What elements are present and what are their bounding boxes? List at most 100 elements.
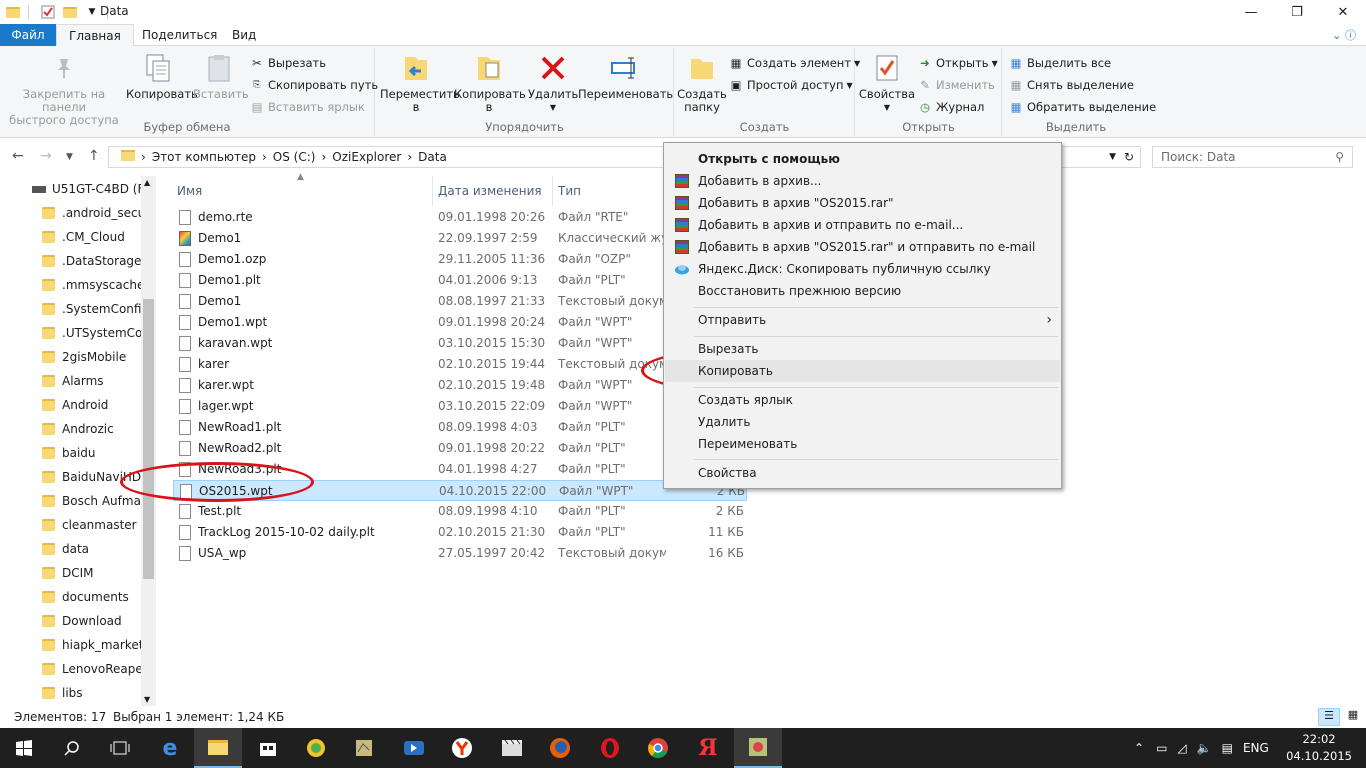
notifications-icon[interactable]: ▤ <box>1222 741 1233 755</box>
column-header-type[interactable]: Тип <box>558 180 581 202</box>
file-explorer-icon[interactable] <box>194 728 242 768</box>
nav-folder-item[interactable]: .UTSystemCon <box>42 322 150 344</box>
back-arrow-icon[interactable]: ← <box>12 148 24 164</box>
menu-item-cut[interactable]: Вырезать <box>665 338 1060 360</box>
tab-share[interactable]: Поделиться <box>130 24 229 46</box>
history-button[interactable]: ◷ Журнал <box>918 100 984 114</box>
copy-path-button[interactable]: ⎘ Скопировать путь <box>250 78 378 92</box>
menu-item-delete[interactable]: Удалить <box>665 411 1060 433</box>
yandex-icon[interactable]: Я <box>684 728 732 768</box>
minimize-button[interactable]: — <box>1228 0 1274 24</box>
network-icon[interactable]: ◿ <box>1177 741 1186 755</box>
tab-file[interactable]: Файл <box>0 24 56 46</box>
new-folder-button[interactable]: Создать папку <box>677 52 727 114</box>
copy-to-button[interactable]: Копировать в <box>454 52 526 114</box>
close-button[interactable]: ✕ <box>1320 0 1366 24</box>
show-hidden-icons-icon[interactable]: ⌃ <box>1134 741 1144 755</box>
nav-scroll-thumb[interactable] <box>143 299 154 579</box>
select-all-button[interactable]: ▦ Выделить все <box>1009 56 1112 70</box>
large-icons-view-icon[interactable]: ▦ <box>1344 708 1362 726</box>
cut-button[interactable]: ✂ Вырезать <box>250 56 326 70</box>
nav-folder-item[interactable]: Android <box>42 394 108 416</box>
file-row[interactable]: NewRoad2.plt 09.01.1998 20:22 Файл "PLT" <box>173 438 747 459</box>
recent-dropdown-icon[interactable]: ▼ <box>66 152 73 162</box>
file-row[interactable]: Demo1.wpt 09.01.1998 20:24 Файл "WPT" <box>173 312 747 333</box>
column-divider[interactable] <box>432 176 433 206</box>
file-row[interactable]: lager.wpt 03.10.2015 22:09 Файл "WPT" <box>173 396 747 417</box>
file-row[interactable]: Test.plt 08.09.1998 4:10 Файл "PLT" 2 КБ <box>173 501 747 522</box>
search-icon[interactable] <box>48 728 96 768</box>
nav-folder-item[interactable]: .mmsyscache <box>42 274 144 296</box>
chrome-icon[interactable] <box>634 728 682 768</box>
menu-item-add-archive-email[interactable]: Добавить в архив и отправить по e-mail..… <box>665 214 1060 236</box>
nav-folder-item[interactable]: LenovoReaper <box>42 658 148 680</box>
scroll-down-icon[interactable]: ▼ <box>144 695 150 704</box>
tab-home[interactable]: Главная <box>56 24 134 47</box>
task-view-icon[interactable] <box>96 728 144 768</box>
forward-arrow-icon[interactable]: → <box>40 148 52 164</box>
volume-icon[interactable]: 🔈 <box>1197 741 1212 755</box>
paste-button[interactable]: Вставить <box>193 52 249 101</box>
help-icon[interactable]: ⌄ ⓘ <box>1332 27 1356 43</box>
yandex-browser-icon[interactable] <box>438 728 486 768</box>
rename-button[interactable]: Переименовать <box>578 52 673 101</box>
paste-shortcut-button[interactable]: ▤ Вставить ярлык <box>250 100 365 114</box>
properties-qat-icon[interactable] <box>39 3 57 21</box>
scroll-up-icon[interactable]: ▲ <box>144 178 150 187</box>
file-row[interactable]: karavan.wpt 03.10.2015 15:30 Файл "WPT" <box>173 333 747 354</box>
copy-button[interactable]: Копировать <box>126 52 198 101</box>
menu-item-create-shortcut[interactable]: Создать ярлык <box>665 389 1060 411</box>
nav-folder-item[interactable]: 2gisMobile <box>42 346 126 368</box>
start-windows-icon[interactable] <box>0 728 48 768</box>
new-item-button[interactable]: ▦ Создать элемент ▼ <box>729 56 861 70</box>
menu-item-add-os2015-email[interactable]: Добавить в архив "OS2015.rar" и отправит… <box>665 236 1060 258</box>
ozi-map-icon[interactable] <box>734 728 782 768</box>
breadcrumb-this-pc[interactable]: Этот компьютер <box>152 150 256 164</box>
store-icon[interactable] <box>244 728 292 768</box>
file-row[interactable]: Demo1 22.09.1997 2:59 Классический жу... <box>173 228 747 249</box>
menu-item-send-to[interactable]: Отправить › <box>665 309 1060 331</box>
up-arrow-icon[interactable]: ↑ <box>88 148 100 164</box>
nav-folder-item[interactable]: Alarms <box>42 370 104 392</box>
menu-item-copy[interactable]: Копировать <box>665 360 1060 382</box>
nav-folder-item[interactable]: hiapk_market <box>42 634 143 656</box>
file-row[interactable]: USA_wp 27.05.1997 20:42 Текстовый докум...… <box>173 543 747 564</box>
nav-folder-item[interactable]: .DataStorage <box>42 250 141 272</box>
maximize-button[interactable]: ❐ <box>1274 0 1320 24</box>
firefox-icon[interactable] <box>536 728 584 768</box>
opera-icon[interactable] <box>586 728 634 768</box>
nav-folder-item[interactable]: data <box>42 538 89 560</box>
tab-view[interactable]: Вид <box>220 24 268 46</box>
menu-item-add-os2015[interactable]: Добавить в архив "OS2015.rar" <box>665 192 1060 214</box>
nav-folder-item[interactable]: Bosch Aufmab <box>42 490 149 512</box>
qat-dropdown-icon[interactable]: ▼ <box>83 3 101 21</box>
refresh-icon[interactable]: ↻ <box>1124 150 1134 164</box>
nav-folder-item[interactable]: .SystemConfig <box>42 298 149 320</box>
address-dropdown-icon[interactable]: ▼ <box>1109 152 1116 162</box>
menu-item-restore[interactable]: Восстановить прежнюю версию <box>665 280 1060 302</box>
nav-folder-item[interactable]: cleanmaster <box>42 514 137 536</box>
nav-folder-item[interactable]: DCIM <box>42 562 94 584</box>
video-editor-icon[interactable] <box>488 728 536 768</box>
menu-item-rename[interactable]: Переименовать <box>665 433 1060 455</box>
nav-scrollbar[interactable]: ▲ ▼ <box>141 176 156 706</box>
menu-item-open-with[interactable]: Открыть с помощью <box>665 148 1060 170</box>
easy-access-button[interactable]: ▣ Простой доступ ▼ <box>729 78 853 92</box>
edge-browser-icon[interactable]: e <box>146 728 194 768</box>
nav-folder-item[interactable]: documents <box>42 586 129 608</box>
breadcrumb-data[interactable]: Data <box>418 150 447 164</box>
move-to-button[interactable]: Переместить в <box>380 52 460 114</box>
select-none-button[interactable]: ▦ Снять выделение <box>1009 78 1134 92</box>
open-button[interactable]: ➜ Открыть ▼ <box>918 56 998 70</box>
nav-folder-item[interactable]: .CM_Cloud <box>42 226 125 248</box>
menu-item-properties[interactable]: Свойства <box>665 462 1060 484</box>
language-indicator[interactable]: ENG <box>1243 741 1269 755</box>
file-row[interactable]: Demo1 08.08.1997 21:33 Текстовый докум... <box>173 291 747 312</box>
search-input[interactable]: Поиск: Data ⚲ <box>1152 146 1353 168</box>
nav-folder-item[interactable]: .android_secur <box>42 202 150 224</box>
clock[interactable]: 22:02 04.10.2015 <box>1286 731 1352 765</box>
pin-quick-access-button[interactable]: Закрепить на панели быстрого доступа <box>4 52 124 127</box>
file-row[interactable]: Demo1.plt 04.01.2006 9:13 Файл "PLT" <box>173 270 747 291</box>
nav-folder-item[interactable]: Download <box>42 610 122 632</box>
nav-folder-item[interactable]: libs <box>42 682 83 704</box>
